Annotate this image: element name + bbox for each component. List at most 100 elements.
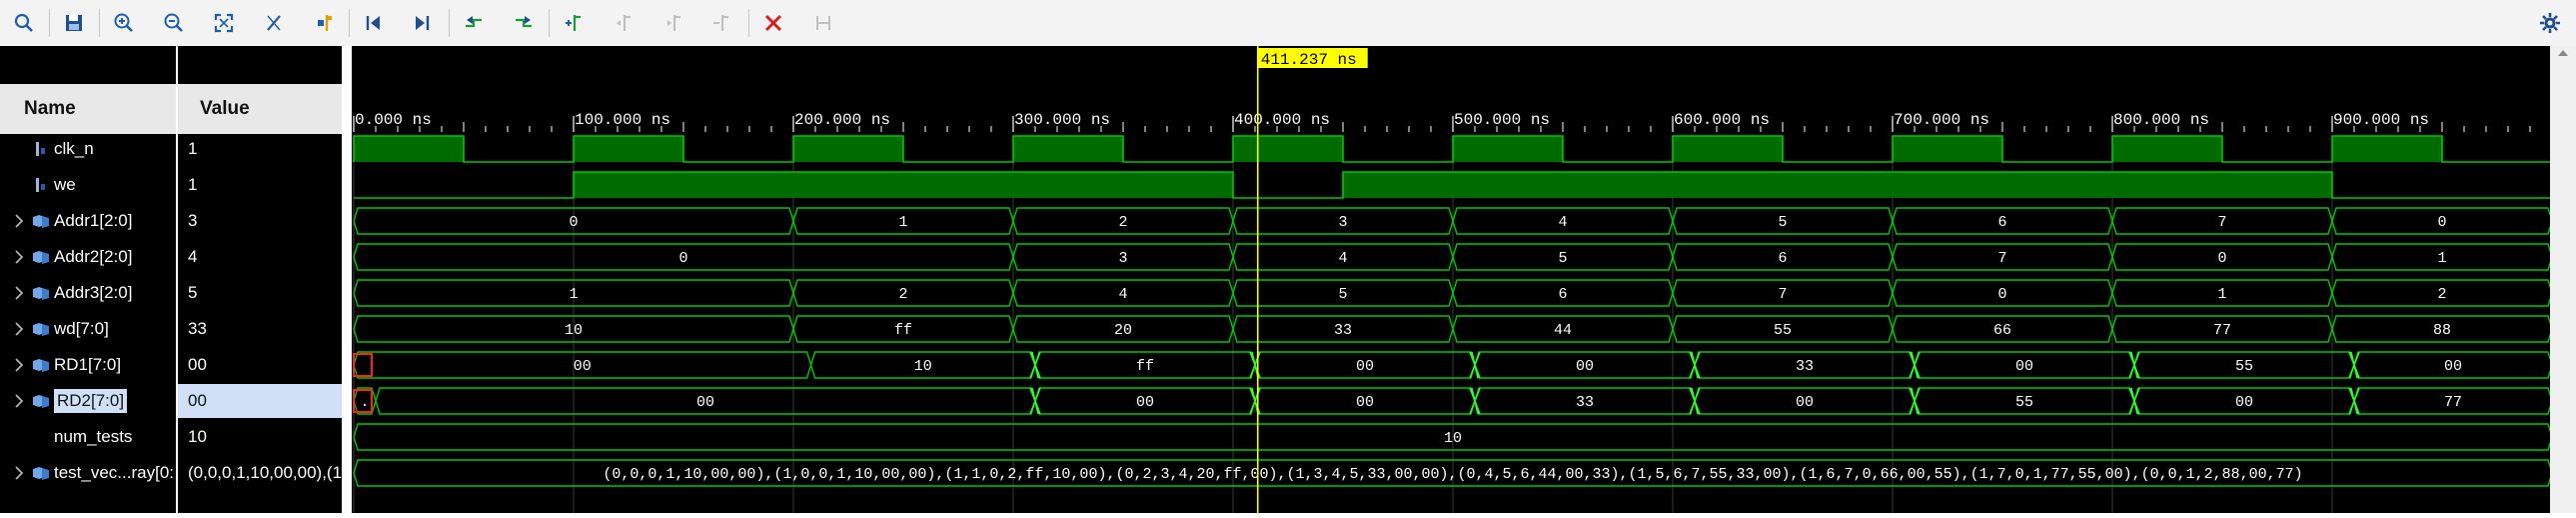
zoom-out-button[interactable] xyxy=(157,6,191,40)
bus-signal-icon xyxy=(30,248,52,271)
cursor-to-zero-icon xyxy=(267,15,281,31)
snap-button[interactable] xyxy=(806,6,840,40)
cursor-to-zero-button[interactable] xyxy=(257,6,291,40)
time-tick-label: 200.000 ns xyxy=(794,111,890,129)
signal-name: Addr2[2:0] xyxy=(54,247,133,266)
expand-chevron-icon[interactable] xyxy=(14,357,24,378)
expand-chevron-icon[interactable] xyxy=(14,249,24,270)
zoom-in-button[interactable] xyxy=(107,6,141,40)
expand-chevron-icon[interactable] xyxy=(14,213,24,234)
toolbar xyxy=(0,0,2576,47)
RD1-glitch-marker xyxy=(1469,351,1481,379)
Addr2-bus-value: 1 xyxy=(2437,250,2446,267)
wd-bus-value: 10 xyxy=(565,322,583,339)
value-column-header[interactable]: Value xyxy=(178,84,342,134)
signal-value: 5 xyxy=(188,283,198,302)
signal-row-addr3-2-0[interactable]: Addr3[2:0] xyxy=(0,276,176,310)
Addr1-bus-value: 5 xyxy=(1778,214,1787,231)
previous-marker-button[interactable] xyxy=(607,6,641,40)
signal-row-addr2-2-0[interactable]: Addr2[2:0] xyxy=(0,240,176,274)
settings-icon xyxy=(2540,13,2560,33)
Addr1-bus-value: 7 xyxy=(2217,214,2226,231)
time-tick-label: 100.000 ns xyxy=(575,111,670,129)
signal-row-we[interactable]: we xyxy=(0,168,176,202)
Addr3-bus-value: 2 xyxy=(2437,286,2446,303)
we-high-level xyxy=(1343,172,2332,198)
swap-cursors-button[interactable] xyxy=(704,6,738,40)
waveform-view[interactable]: 0.000 ns 100.000 ns 200.000 ns 300.000 ns 40… xyxy=(352,46,2553,513)
snap-icon xyxy=(816,16,830,30)
RD1-bus-value: ff xyxy=(1136,358,1154,375)
bus-signal-icon xyxy=(30,392,52,415)
next-transition-button[interactable] xyxy=(507,6,541,40)
signal-value: 1 xyxy=(188,139,198,158)
signal-value: 33 xyxy=(188,319,207,338)
Addr1-bus-value: 1 xyxy=(898,214,907,231)
expand-chevron-icon[interactable] xyxy=(14,321,24,342)
signal-row-addr1-2-0[interactable]: Addr1[2:0] xyxy=(0,204,176,238)
add-marker-button[interactable] xyxy=(307,6,341,40)
signal-row-rd1-7-0[interactable]: RD1[7:0] xyxy=(0,348,176,382)
RD1-bus-value: 55 xyxy=(2235,358,2253,375)
RD2-glitch-marker xyxy=(1909,387,1921,415)
RD1-bus-value: 00 xyxy=(2444,358,2462,375)
RD2-bus-value: 00 xyxy=(1356,394,1374,411)
zoom-fit-button[interactable] xyxy=(207,6,241,40)
name-column-header[interactable]: Name xyxy=(0,84,176,134)
signal-name-panel: Name clk_nwe Addr1[2:0] Addr2[2:0] Addr3[2:… xyxy=(0,46,176,513)
we-high-level xyxy=(574,172,1233,198)
expand-chevron-icon[interactable] xyxy=(14,285,24,306)
RD2-bus-value: 00 xyxy=(1796,394,1814,411)
Addr3-bus-value: 5 xyxy=(1338,286,1347,303)
bus-signal-icon xyxy=(30,356,52,379)
panel-splitter[interactable] xyxy=(342,46,352,513)
num_tests-bus-value: 10 xyxy=(1444,430,1462,447)
clk_n-high-level xyxy=(1893,136,2002,162)
RD1-glitch-marker xyxy=(1029,351,1041,379)
RD2-bus-value: 00 xyxy=(1136,394,1154,411)
Addr2-bus-value: 0 xyxy=(678,250,687,267)
go-to-start-button[interactable] xyxy=(357,6,391,40)
toolbar-separator xyxy=(449,9,450,37)
signal-value: 00 xyxy=(178,384,342,418)
RD2-bus-value: 00 xyxy=(696,394,714,411)
next-marker-button[interactable] xyxy=(656,6,690,40)
RD1-glitch-marker xyxy=(2128,351,2140,379)
expand-chevron-icon[interactable] xyxy=(14,393,24,414)
Addr1-bus-value: 0 xyxy=(569,214,578,231)
signal-row-rd2-7-0[interactable]: RD2[7:0] xyxy=(0,384,176,418)
toolbar-separator xyxy=(549,9,550,37)
time-tick-label: 800.000 ns xyxy=(2113,111,2209,129)
settings-button[interactable] xyxy=(2533,6,2567,40)
add-cursor-button[interactable] xyxy=(557,6,591,40)
time-tick-label: 700.000 ns xyxy=(1894,111,1989,129)
zoom-in-icon xyxy=(114,13,133,32)
go-to-start-icon xyxy=(366,16,380,30)
signal-name: we xyxy=(54,175,76,194)
previous-transition-button[interactable] xyxy=(457,6,491,40)
Addr3-bus-value: 2 xyxy=(898,286,907,303)
delete-button[interactable] xyxy=(756,6,790,40)
search-button[interactable] xyxy=(7,6,41,40)
RD2-glitch-marker xyxy=(2348,387,2360,415)
vertical-scrollbar[interactable] xyxy=(2550,46,2576,513)
time-ruler[interactable] xyxy=(352,120,2550,124)
signal-row-num-tests[interactable]: num_tests xyxy=(0,420,176,454)
signal-row-clk-n[interactable]: clk_n xyxy=(0,132,176,166)
expand-chevron-icon[interactable] xyxy=(14,465,24,486)
signal-row-test-vec-ray-0[interactable]: test_vec...ray[0: xyxy=(0,456,176,490)
time-tick-label: 400.000 ns xyxy=(1234,111,1330,129)
signal-row-wd-7-0[interactable]: wd[7:0] xyxy=(0,312,176,346)
Addr3-bus-value: 6 xyxy=(1558,286,1567,303)
save-icon xyxy=(66,15,82,31)
time-tick-label: 0.000 ns xyxy=(355,111,432,129)
bit-signal-icon xyxy=(30,140,52,163)
go-to-end-button[interactable] xyxy=(405,6,439,40)
save-button[interactable] xyxy=(57,6,91,40)
name-header-label: Name xyxy=(24,98,76,119)
clk_n-high-level xyxy=(1673,136,1783,162)
RD2-bus-value: 00 xyxy=(2235,394,2253,411)
Addr1-bus-value: 6 xyxy=(1997,214,2006,231)
signal-name: Addr1[2:0] xyxy=(54,211,133,230)
bus-signal-icon xyxy=(30,320,52,343)
